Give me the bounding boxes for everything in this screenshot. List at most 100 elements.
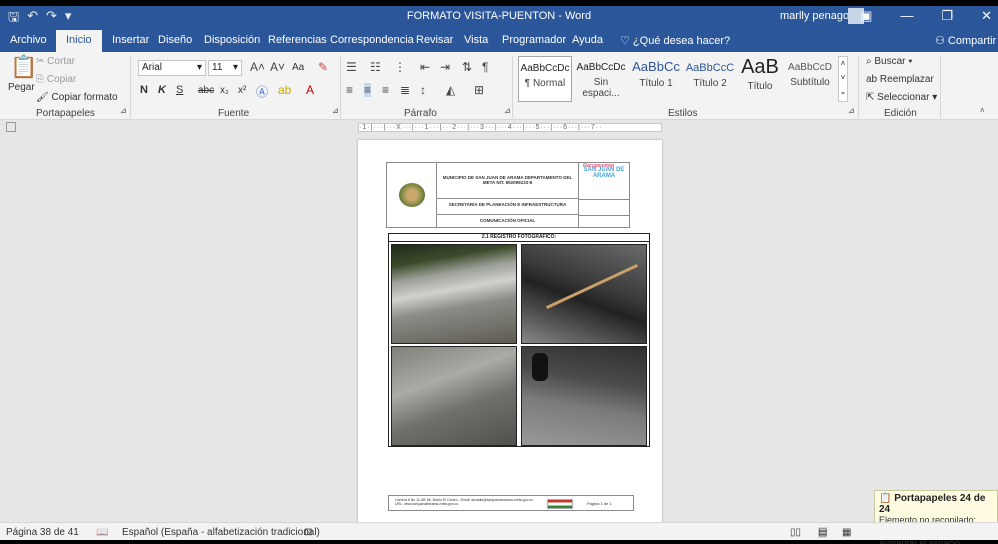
macro-record-icon[interactable]: ⊡ — [304, 527, 312, 538]
tell-me-search[interactable]: ♡ ¿Qué desea hacer? — [620, 34, 730, 47]
tab-programador[interactable]: Programador — [502, 34, 566, 46]
header-version-cell — [579, 215, 629, 227]
person-icon: ⚇ — [935, 35, 948, 47]
document-footer: Carrera 6 No 11-56/ 66, Barrio El Centro… — [388, 495, 634, 511]
collapse-ribbon-icon[interactable]: ˄ — [980, 106, 985, 115]
numbering-icon[interactable]: ☷ — [370, 60, 381, 74]
clipboard-icon: 📋 — [879, 493, 895, 504]
dialog-launcher-icon[interactable]: ⊿ — [332, 106, 339, 115]
decrease-indent-icon[interactable]: ⇤ — [420, 60, 430, 74]
page-count[interactable]: Página 38 de 41 — [6, 527, 79, 538]
superscript-button[interactable]: x² — [238, 85, 246, 96]
tab-diseno[interactable]: Diseño — [158, 34, 192, 46]
style-normal[interactable]: AaBbCcDc ¶ Normal — [518, 56, 572, 102]
borders-icon[interactable]: ⊞ — [474, 83, 484, 97]
photo-road-edge[interactable] — [391, 244, 517, 344]
tab-correspondencia[interactable]: Correspondencia — [330, 34, 414, 46]
chevron-down-icon: ▾ — [196, 62, 202, 73]
shrink-font-icon[interactable]: A˅ — [270, 60, 285, 74]
tab-revisar[interactable]: Revisar — [416, 34, 453, 46]
chevron-down-icon[interactable]: ˅ — [839, 71, 847, 85]
change-case-button[interactable]: Aa — [292, 62, 304, 73]
line-spacing-icon[interactable]: ↕ — [420, 83, 426, 97]
footer-address: Carrera 6 No 11-56/ 66, Barrio El Centro… — [395, 498, 533, 506]
tab-referencias[interactable]: Referencias — [268, 34, 327, 46]
flag-icon — [547, 499, 573, 509]
language-indicator[interactable]: Español (España - alfabetización tradici… — [122, 527, 320, 538]
italic-button[interactable]: K — [158, 84, 166, 96]
photo-road-surface[interactable] — [391, 346, 517, 446]
align-right-icon[interactable]: ≡ — [382, 83, 389, 97]
style-no-spacing[interactable]: AaBbCcDc Sin espaci... — [574, 56, 628, 102]
header-center-cells: MUNICIPIO DE SAN JUAN DE ARAMA DEPARTAME… — [437, 163, 579, 227]
paste-icon[interactable]: 📋 — [10, 54, 37, 80]
font-name-combo[interactable]: Arial ▾ — [138, 60, 206, 76]
find-button[interactable]: ⌕ Buscar ▾ — [866, 56, 913, 67]
municipal-seal-cell — [387, 163, 437, 227]
dialog-launcher-icon[interactable]: ⊿ — [504, 106, 511, 115]
grow-font-icon[interactable]: A˄ — [250, 60, 265, 74]
dialog-launcher-icon[interactable]: ⊿ — [120, 106, 127, 115]
document-page[interactable]: MUNICIPIO DE SAN JUAN DE ARAMA DEPARTAME… — [358, 140, 662, 522]
group-label-paragraph: Párrafo — [404, 108, 437, 119]
style-heading-1[interactable]: AaBbCc Título 1 — [630, 56, 682, 102]
subscript-button[interactable]: x₂ — [220, 85, 229, 96]
tab-disposicion[interactable]: Disposición — [204, 34, 260, 46]
close-button[interactable]: ✕ — [981, 8, 992, 24]
user-name[interactable]: marlly penagos — [780, 10, 855, 22]
highlight-icon[interactable]: ab — [278, 83, 291, 97]
ribbon-tabs: Archivo Inicio Insertar Diseño Disposici… — [0, 28, 998, 52]
minimize-button[interactable]: — — [900, 8, 913, 24]
replace-button[interactable]: ab Reemplazar — [866, 74, 934, 85]
shading-icon[interactable]: ◭ — [446, 83, 455, 97]
pilcrow-icon[interactable]: ¶ — [482, 60, 488, 74]
sort-icon[interactable]: ⇅ — [462, 60, 472, 74]
format-painter-button[interactable]: 🖌 Copiar formato — [36, 92, 118, 103]
bullets-icon[interactable]: ☰ — [346, 60, 357, 74]
style-subtitle[interactable]: AaBbCcD Subtítulo — [784, 56, 836, 102]
photo-broom-asphalt[interactable] — [521, 244, 647, 344]
ribbon-display-icon[interactable]: ▣ — [860, 8, 872, 24]
font-size-combo[interactable]: 11 ▾ — [208, 60, 242, 76]
header-code-cell — [579, 199, 629, 215]
underline-button[interactable]: S — [176, 84, 183, 96]
style-heading-2[interactable]: AaBbCcC Título 2 — [684, 56, 736, 102]
text-effects-icon[interactable]: Ⓐ — [256, 83, 268, 100]
tab-insertar[interactable]: Insertar — [112, 34, 149, 46]
clear-format-icon[interactable]: ✎ — [318, 60, 328, 74]
tab-vista[interactable]: Vista — [464, 34, 488, 46]
strikethrough-button[interactable]: abc — [198, 85, 214, 96]
align-left-icon[interactable]: ≡ — [346, 83, 353, 97]
align-center-icon[interactable]: ≡ — [364, 83, 372, 97]
bold-button[interactable]: N — [140, 84, 148, 96]
select-button[interactable]: ⇱ Seleccionar ▾ — [866, 92, 937, 103]
tab-inicio[interactable]: Inicio — [56, 30, 102, 52]
cursor-icon: ⇱ — [866, 92, 878, 103]
paste-button[interactable]: Pegar — [8, 82, 35, 93]
tab-ayuda[interactable]: Ayuda — [572, 34, 603, 46]
horizontal-ruler[interactable]: ·1·|···|···X···|···1···|···2···|···3···|… — [358, 123, 662, 132]
style-title[interactable]: AaB Título — [738, 56, 782, 102]
cut-button[interactable]: ✂ Cortar — [36, 56, 75, 67]
proofing-icon[interactable]: 📖 — [96, 527, 108, 538]
styles-gallery-scroll[interactable]: ˄ ˅ ⌄ — [838, 56, 848, 102]
more-styles-icon[interactable]: ⌄ — [839, 85, 847, 99]
header-secretaria: SECRETARIA DE PLANEACIÓN E INFRAESTRUCTU… — [437, 199, 579, 215]
share-button[interactable]: ⚇ Compartir — [935, 34, 996, 47]
chevron-up-icon[interactable]: ˄ — [839, 57, 847, 71]
justify-icon[interactable]: ≣ — [400, 83, 410, 97]
web-layout-icon[interactable]: ▦ — [842, 527, 851, 538]
read-mode-icon[interactable]: ▯▯ — [790, 527, 801, 538]
print-layout-icon[interactable]: ▤ — [818, 527, 828, 538]
restore-button[interactable]: ❐ — [941, 8, 953, 24]
dialog-launcher-icon[interactable]: ⊿ — [848, 106, 855, 115]
group-label-editing: Edición — [884, 108, 917, 119]
increase-indent-icon[interactable]: ⇥ — [440, 60, 450, 74]
tab-selector-icon[interactable] — [6, 122, 16, 132]
copy-button[interactable]: ⎘ Copiar — [36, 74, 76, 85]
multilevel-list-icon[interactable]: ⋮ — [394, 60, 406, 74]
tab-archivo[interactable]: Archivo — [10, 34, 47, 46]
font-color-icon[interactable]: A — [306, 83, 314, 97]
photo-person-road[interactable] — [521, 346, 647, 446]
group-label-font: Fuente — [218, 108, 250, 119]
